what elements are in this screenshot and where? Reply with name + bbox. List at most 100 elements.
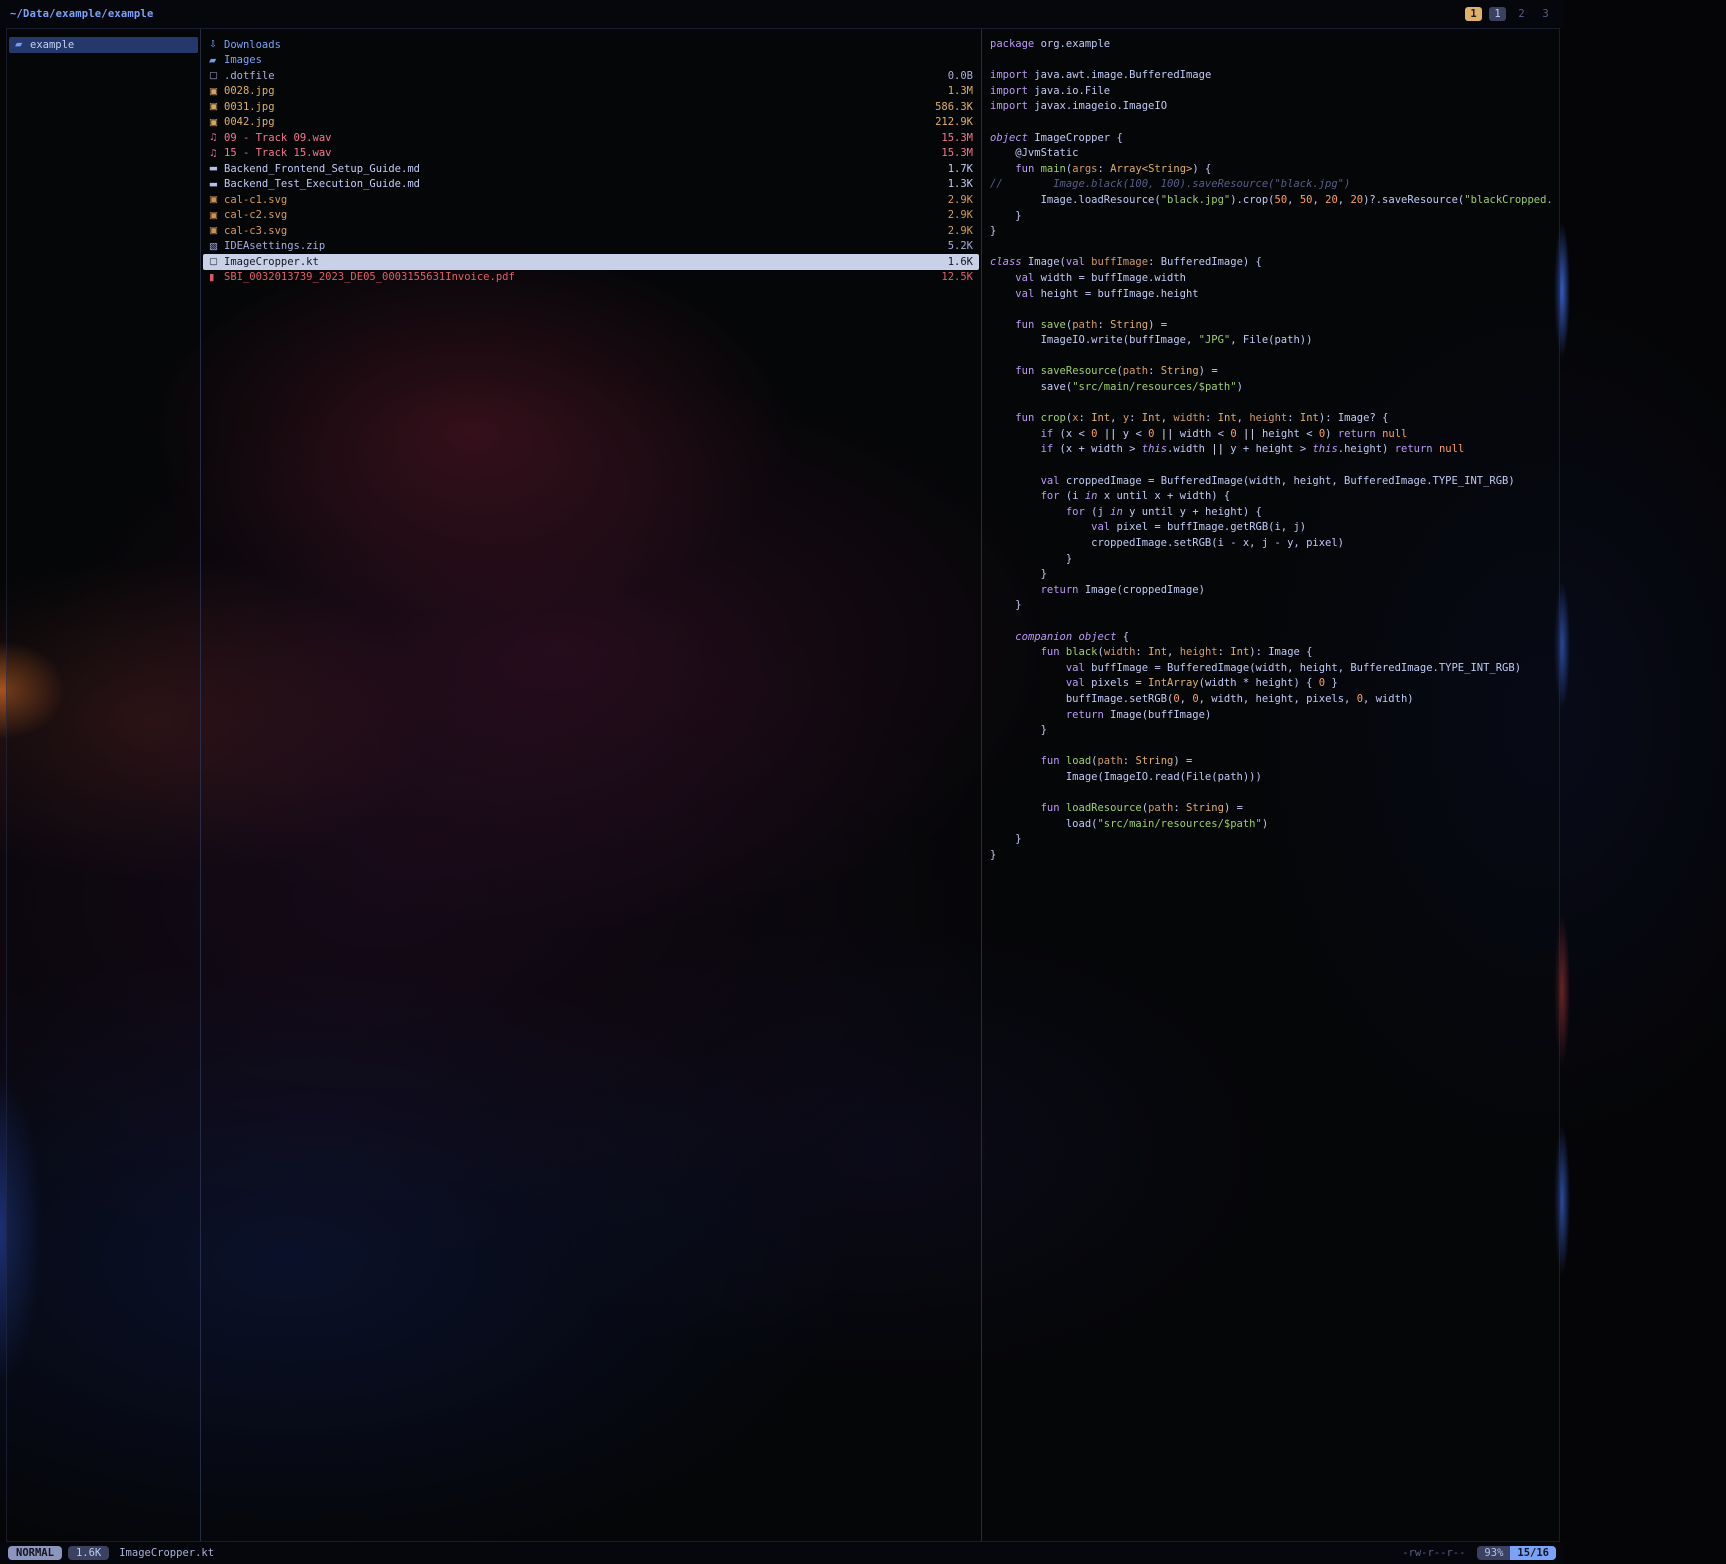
file-size: 15.3M (941, 132, 973, 144)
code-line: @JvmStatic (990, 146, 1559, 162)
file-list: ⇩Downloads▰Images▢.dotfile0.0B▣0028.jpg1… (201, 37, 981, 285)
file-row[interactable]: ▧IDEAsettings.zip5.2K (203, 239, 979, 255)
code-token: Int (1142, 412, 1161, 424)
code-line: if (x < 0 || y < 0 || width < 0 || heigh… (990, 427, 1559, 443)
code-token: : BufferedImage) { (1148, 256, 1262, 268)
file-row[interactable]: ▣0042.jpg212.9K (203, 115, 979, 131)
code-token: fun (1015, 319, 1034, 331)
code-line: } (990, 209, 1559, 225)
code-token: java.awt.image.BufferedImage (1028, 69, 1211, 81)
code-line: fun main(args: Array<String>) { (990, 162, 1559, 178)
code-line: fun saveResource(path: String) = (990, 364, 1559, 380)
code-token: } (990, 210, 1022, 222)
code-line: package org.example (990, 37, 1559, 53)
code-token: load( (990, 818, 1097, 830)
code-token: load (1060, 755, 1092, 767)
file-row[interactable]: ▢ImageCropper.kt1.6K (203, 254, 979, 270)
terminal-window: ~/Data/example/example 1 1 2 3 ▰ example… (0, 0, 1564, 1564)
code-token: 20 (1350, 194, 1363, 206)
file-size: 12.5K (941, 271, 973, 283)
code-token: } (990, 849, 996, 861)
code-token: null (1439, 443, 1464, 455)
file-row[interactable]: ♫09 - Track 09.wav15.3M (203, 130, 979, 146)
code-token: object (990, 132, 1028, 144)
code-token: ) = (1224, 802, 1243, 814)
code-token: path (1072, 319, 1097, 331)
file-row[interactable]: ▣cal-c1.svg2.9K (203, 192, 979, 208)
code-token: (width * height) { (1199, 677, 1319, 689)
code-token: import (990, 100, 1028, 112)
code-token: width (1173, 412, 1205, 424)
code-line: Image.loadResource("black.jpg").crop(50,… (990, 193, 1559, 209)
code-token: || (1161, 428, 1174, 440)
file-name: cal-c3.svg (224, 225, 287, 237)
file-row[interactable]: ▣cal-c3.svg2.9K (203, 223, 979, 239)
preview-pane: package org.example import java.awt.imag… (982, 29, 1559, 1541)
code-token: Image(buffImage) (1104, 709, 1211, 721)
tab-1[interactable]: 1 (1489, 7, 1506, 21)
code-line: fun save(path: String) = (990, 318, 1559, 334)
parent-dir-item[interactable]: ▰ example (9, 37, 198, 53)
file-row[interactable]: ▬Backend_Frontend_Setup_Guide.md1.7K (203, 161, 979, 177)
file-row[interactable]: ▣0031.jpg586.3K (203, 99, 979, 115)
code-token: "src/main/resources/$path" (1097, 818, 1261, 830)
file-row[interactable]: ⇩Downloads (203, 37, 979, 53)
tab-3[interactable]: 3 (1537, 7, 1554, 21)
code-token: (x < (1053, 428, 1091, 440)
file-size: 5.2K (948, 240, 973, 252)
code-preview: package org.example import java.awt.imag… (990, 37, 1559, 863)
file-name: SBI_0032013739_2023_DE05_0003155631Invoi… (224, 271, 515, 283)
code-token: path (1148, 802, 1173, 814)
code-line (990, 396, 1559, 412)
code-token: return (1395, 443, 1433, 455)
code-token: 50 (1275, 194, 1288, 206)
tab-active-indicator[interactable]: 1 (1465, 7, 1482, 21)
code-token: import (990, 69, 1028, 81)
code-token: width < (1173, 428, 1230, 440)
file-size: 2.9K (948, 225, 973, 237)
code-token: y < (1116, 428, 1148, 440)
code-token: ) (1262, 818, 1268, 830)
file-row[interactable]: ▣0028.jpg1.3M (203, 84, 979, 100)
code-token: val (1066, 256, 1085, 268)
code-token (990, 802, 1041, 814)
code-token: croppedImage.setRGB(i - x, j - y, pixel) (990, 537, 1344, 549)
tab-2[interactable]: 2 (1513, 7, 1530, 21)
file-row[interactable]: ▰Images (203, 53, 979, 69)
file-name: Images (224, 54, 262, 66)
position-group: 93% 15/16 (1477, 1546, 1556, 1560)
code-line: val pixels = IntArray(width * height) { … (990, 676, 1559, 692)
file-row[interactable]: ♫15 - Track 15.wav15.3M (203, 146, 979, 162)
folder-icon: ▰ (209, 56, 224, 66)
code-token: (i (1060, 490, 1085, 502)
file-row[interactable]: ▬Backend_Test_Execution_Guide.md1.3K (203, 177, 979, 193)
pdf-icon: ▮ (209, 273, 224, 283)
file-row[interactable]: ▮SBI_0032013739_2023_DE05_0003155631Invo… (203, 270, 979, 286)
code-token: java.io.File (1028, 85, 1110, 97)
code-line (990, 302, 1559, 318)
file-size: 1.7K (948, 163, 973, 175)
code-token: : (1173, 802, 1186, 814)
code-token: path (1123, 365, 1148, 377)
code-token: fun (1015, 163, 1034, 175)
download-folder-icon: ⇩ (209, 40, 224, 50)
code-line: // Image.black(100, 100).saveResource("b… (990, 177, 1559, 193)
code-token: fun (1041, 646, 1060, 658)
code-token: fun (1015, 365, 1034, 377)
code-token (990, 490, 1041, 502)
code-token: this (1312, 443, 1337, 455)
code-token: } (1325, 677, 1338, 689)
file-row[interactable]: ▢.dotfile0.0B (203, 68, 979, 84)
code-token: x until x + width) { (1098, 490, 1231, 502)
code-token: import (990, 85, 1028, 97)
code-line: val width = buffImage.width (990, 271, 1559, 287)
parent-pane: ▰ example (7, 29, 200, 1541)
code-token: ) { (1192, 163, 1211, 175)
code-token (990, 443, 1041, 455)
code-line: val buffImage = BufferedImage(width, hei… (990, 661, 1559, 677)
file-row[interactable]: ▣cal-c2.svg2.9K (203, 208, 979, 224)
code-token: pixel = buffImage.getRGB(i, j) (1110, 521, 1306, 533)
status-right: -rw-r--r-- 93% 15/16 (1402, 1546, 1556, 1560)
code-line: import javax.imageio.ImageIO (990, 99, 1559, 115)
code-token: , (1338, 194, 1351, 206)
